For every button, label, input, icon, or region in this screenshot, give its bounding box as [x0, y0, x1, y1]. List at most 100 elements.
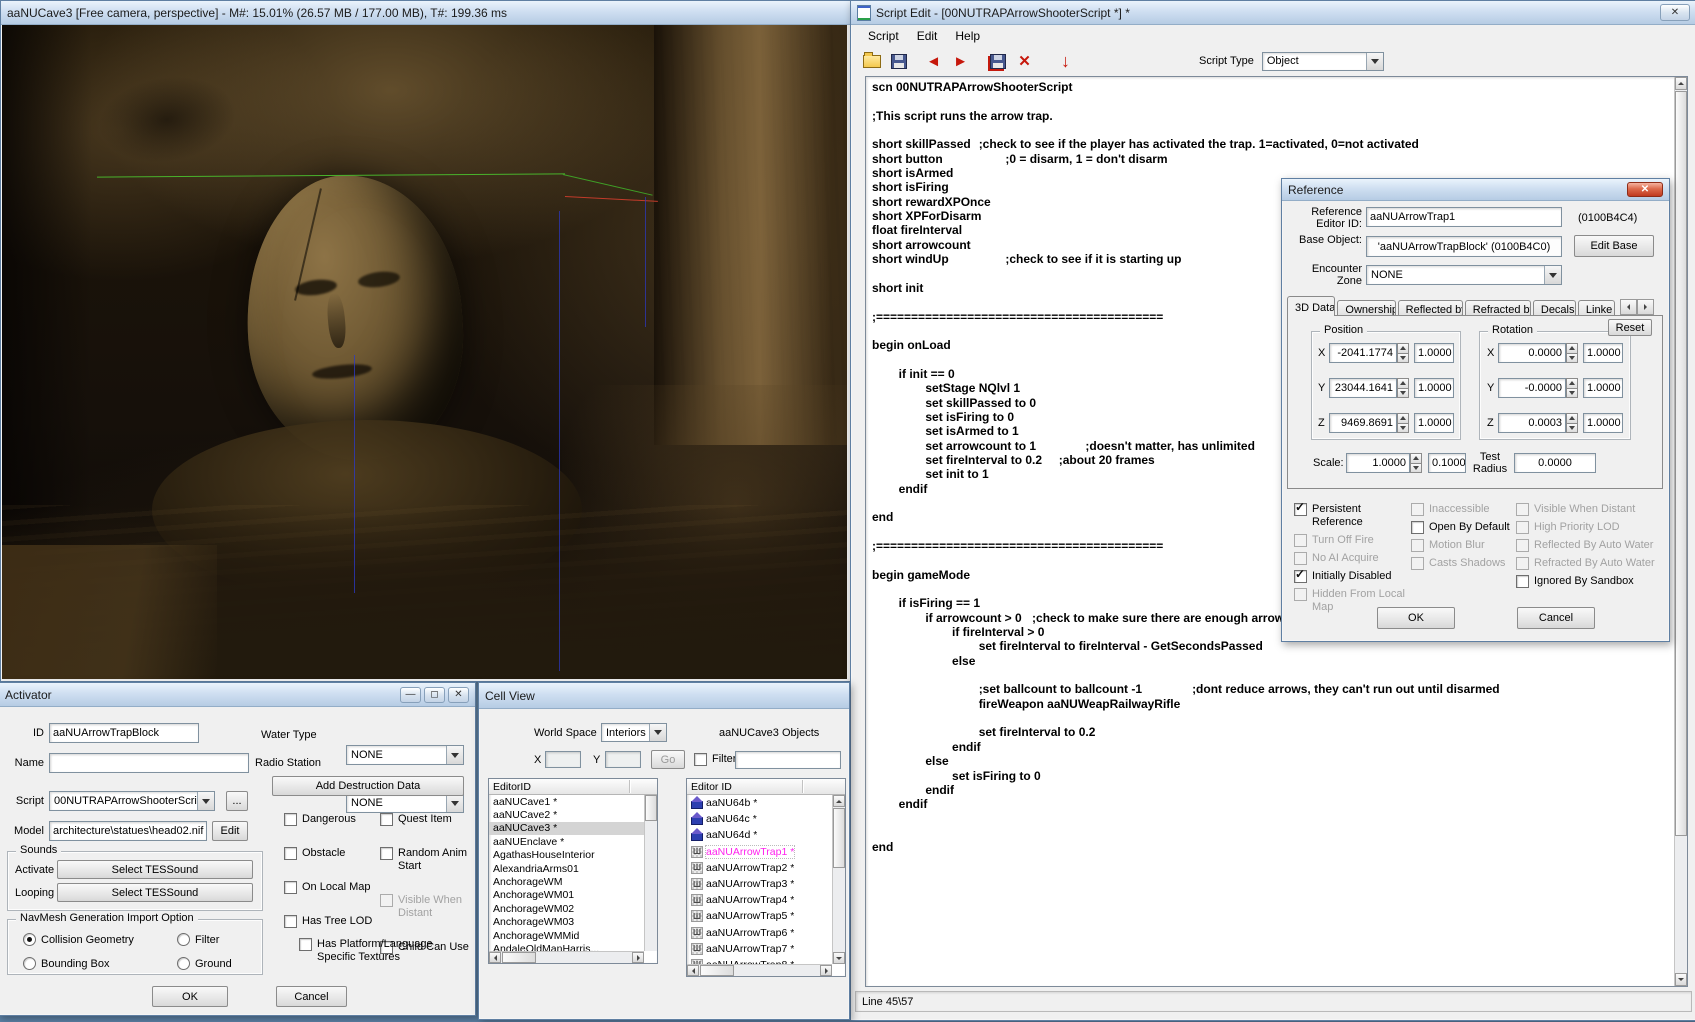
x-coordinate-field[interactable] [545, 751, 581, 768]
checkbox-box[interactable] [1411, 557, 1424, 570]
activator-flag-checkbox[interactable]: Quest Item [380, 813, 475, 826]
position-y-field[interactable]: 23044.1641 [1329, 378, 1397, 398]
object-list[interactable]: Editor ID aaNU64b * aaNU64c * [686, 778, 846, 977]
script-browse-button[interactable]: ... [226, 791, 248, 811]
save-script-button[interactable] [885, 48, 912, 74]
radio-dot[interactable] [177, 933, 190, 946]
scroll-thumb[interactable] [502, 952, 536, 963]
reference-tab[interactable]: Refracted by [1465, 300, 1531, 316]
script-dropdown[interactable]: 00NUTRAPArrowShooterScript [49, 791, 215, 811]
reference-tab[interactable]: Linke [1578, 300, 1615, 316]
scale-field[interactable]: 1.0000 [1346, 453, 1410, 473]
reference-flag-checkbox[interactable]: Turn Off Fire [1294, 534, 1412, 547]
position-x-field[interactable]: -2041.1774 [1329, 343, 1397, 363]
rotation-y-extra-field[interactable]: 1.0000 [1583, 378, 1623, 398]
cell-view-titlebar[interactable]: Cell View [479, 683, 849, 709]
reference-flag-checkbox[interactable]: Casts Shadows [1411, 557, 1513, 570]
cell-list-item[interactable]: aaNUCave1 * [489, 795, 644, 808]
object-list-vscrollbar[interactable] [832, 795, 845, 964]
checkbox-box[interactable] [380, 847, 393, 860]
radio-dot[interactable] [177, 957, 190, 970]
column-divider[interactable] [629, 780, 630, 793]
cell-list-item[interactable]: AgathasHouseInterior [489, 849, 644, 862]
minimize-button[interactable]: — [400, 687, 421, 703]
reference-flag-checkbox[interactable]: Motion Blur [1411, 539, 1513, 552]
chevron-down-icon[interactable] [446, 746, 463, 764]
reference-cancel-button[interactable]: Cancel [1517, 607, 1595, 629]
script-window-close-button[interactable]: ✕ [1660, 4, 1690, 21]
checkbox-box[interactable] [284, 915, 297, 928]
script-vertical-scrollbar[interactable] [1674, 77, 1687, 986]
object-list-item[interactable]: Ш aaNUArrowTrap6 * [687, 925, 832, 941]
checkbox-box[interactable] [1516, 539, 1529, 552]
maximize-button[interactable]: ◻ [424, 687, 445, 703]
navmesh-radio[interactable]: Ground [177, 957, 253, 970]
activator-cancel-button[interactable]: Cancel [276, 986, 347, 1007]
checkbox-box[interactable] [1294, 503, 1307, 516]
scroll-thumb[interactable] [1675, 91, 1687, 836]
reference-dialog-titlebar[interactable]: Reference ✕ [1282, 179, 1669, 201]
object-list-item[interactable]: Ш aaNUArrowTrap1 * [687, 844, 832, 860]
model-field[interactable]: architecture\statues\head02.nif [49, 821, 207, 841]
activator-flag-checkbox[interactable]: Visible When Distant [380, 894, 475, 920]
checkbox-box[interactable] [1294, 588, 1307, 601]
recompile-all-button[interactable] [984, 48, 1011, 74]
rotation-x-spinner[interactable] [1566, 343, 1578, 363]
menu-item[interactable]: Edit [909, 27, 946, 45]
cell-list-item[interactable]: aaNUCave2 * [489, 808, 644, 821]
checkbox-box[interactable] [284, 813, 297, 826]
reference-flag-checkbox[interactable]: No AI Acquire [1294, 552, 1412, 565]
reference-ok-button[interactable]: OK [1377, 607, 1455, 629]
cell-list-item[interactable]: AnchorageWM [489, 875, 644, 888]
activator-ok-button[interactable]: OK [152, 986, 228, 1007]
activator-titlebar[interactable]: Activator — ◻ ✕ [0, 683, 475, 707]
go-button[interactable]: Go [651, 750, 685, 769]
editor-id-field[interactable]: aaNUArrowTrap1 [1366, 207, 1562, 227]
cell-list-item[interactable]: aaNUCave3 * [489, 822, 644, 835]
tab-scroll-right-icon[interactable] [1637, 299, 1654, 315]
render-window-titlebar[interactable]: aaNUCave3 [Free camera, perspective] - M… [1, 1, 850, 25]
chevron-down-icon[interactable] [649, 724, 666, 741]
activator-flag-checkbox[interactable]: Has Tree LOD [284, 915, 379, 928]
reference-tab[interactable]: Reflected by [1398, 300, 1463, 316]
checkbox-box[interactable] [1294, 570, 1307, 583]
object-list-header[interactable]: Editor ID [687, 779, 845, 795]
scroll-thumb[interactable] [833, 808, 845, 868]
reset-button[interactable]: Reset [1608, 319, 1652, 336]
filter-checkbox[interactable]: Filter [694, 753, 736, 766]
position-z-field[interactable]: 9469.8691 [1329, 413, 1397, 433]
position-z-spinner[interactable] [1397, 413, 1409, 433]
edit-base-button[interactable]: Edit Base [1574, 235, 1654, 257]
checkbox-box[interactable] [1411, 539, 1424, 552]
position-x-spinner[interactable] [1397, 343, 1409, 363]
checkbox-box[interactable] [1516, 503, 1529, 516]
platform-textures-checkbox[interactable]: Has Platform/Language Specific Textures [299, 938, 449, 964]
reference-flag-checkbox[interactable]: Ignored By Sandbox [1516, 575, 1662, 588]
next-script-button[interactable]: ► [947, 48, 974, 74]
delete-script-button[interactable]: ✕ [1011, 48, 1038, 74]
add-destruction-data-button[interactable]: Add Destruction Data [272, 776, 464, 796]
name-field[interactable] [49, 753, 249, 773]
cell-list-item[interactable]: AnchorageWM03 [489, 916, 644, 929]
object-list-hscrollbar[interactable] [687, 964, 832, 976]
script-type-dropdown[interactable]: Object [1262, 52, 1384, 71]
cell-list-item[interactable]: AnchorageWM01 [489, 889, 644, 902]
scroll-left-icon[interactable] [687, 965, 699, 976]
activator-close-button[interactable]: ✕ [448, 687, 469, 703]
test-radius-field[interactable]: 0.0000 [1514, 453, 1596, 473]
checkbox-box[interactable] [284, 881, 297, 894]
navmesh-radio[interactable]: Bounding Box [23, 957, 177, 970]
reference-tab[interactable]: Ownership [1337, 300, 1395, 316]
reference-flag-checkbox[interactable]: Refracted By Auto Water [1516, 557, 1662, 570]
model-edit-button[interactable]: Edit [212, 821, 248, 841]
rotation-y-spinner[interactable] [1566, 378, 1578, 398]
rotation-z-field[interactable]: 0.0003 [1498, 413, 1566, 433]
compile-download-button[interactable]: ↓ [1052, 48, 1079, 74]
object-list-item[interactable]: aaNU64d * [687, 827, 832, 843]
rotation-y-field[interactable]: -0.0000 [1498, 378, 1566, 398]
activator-flag-checkbox[interactable]: Dangerous [284, 813, 379, 826]
rotation-x-extra-field[interactable]: 1.0000 [1583, 343, 1623, 363]
scale-spinner[interactable] [1410, 453, 1422, 473]
radio-station-dropdown[interactable]: NONE [346, 793, 464, 813]
activator-flag-checkbox[interactable]: Random Anim Start [380, 847, 475, 873]
